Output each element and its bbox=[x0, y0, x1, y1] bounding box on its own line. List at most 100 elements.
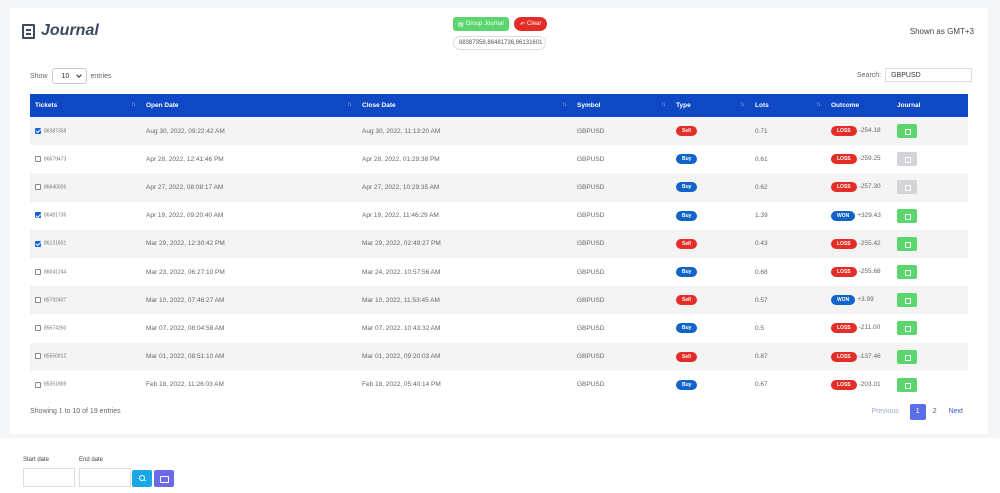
ticket-id: 86679473 bbox=[44, 156, 67, 163]
close-date: Mar 07, 2022, 10:43:32 AM bbox=[362, 324, 441, 332]
sort-icon: ↑↓ bbox=[740, 102, 745, 108]
table-row: 85351889 Feb 18, 2022, 11:26:03 AM Feb 18,… bbox=[30, 370, 968, 399]
table-row: 85792407 Mar 10, 2022, 07:46:27 AM Mar 10,… bbox=[30, 286, 968, 315]
journal-button[interactable] bbox=[897, 293, 917, 308]
lots: 0.67 bbox=[755, 381, 768, 389]
col-lots[interactable]: Lots ↑↓ bbox=[750, 94, 826, 117]
row-checkbox[interactable] bbox=[35, 268, 41, 275]
open-date: Aug 30, 2022, 09:22:42 AM bbox=[146, 127, 225, 135]
row-checkbox[interactable] bbox=[35, 127, 41, 134]
lots: 1.39 bbox=[755, 212, 768, 220]
start-date-input[interactable] bbox=[23, 468, 75, 487]
type-badge: Buy bbox=[676, 323, 698, 334]
ticket-id: 86640006 bbox=[44, 184, 67, 191]
close-date: Mar 10, 2022, 11:53:45 AM bbox=[362, 296, 440, 304]
row-checkbox[interactable] bbox=[35, 156, 41, 163]
journal-button[interactable] bbox=[897, 377, 917, 392]
end-date-input[interactable] bbox=[79, 468, 131, 487]
outcome-badge: LOSS bbox=[831, 379, 857, 390]
row-checkbox[interactable] bbox=[35, 184, 41, 191]
next-page-button[interactable]: Next bbox=[944, 404, 968, 420]
selected-ids-field[interactable]: 88387358,86481736,86131601 bbox=[453, 36, 546, 50]
col-outcome[interactable]: Outcome bbox=[826, 94, 892, 117]
lots: 0.62 bbox=[755, 183, 768, 191]
col-open-date[interactable]: Open Date ↑↓ bbox=[141, 94, 357, 117]
lots: 0.5 bbox=[755, 324, 765, 332]
table-row: 86640006 Apr 27, 2022, 08:08:17 AM Apr 27,… bbox=[30, 173, 968, 202]
open-date: Feb 18, 2022, 11:26:03 AM bbox=[146, 381, 224, 389]
filter-search-button[interactable] bbox=[132, 470, 152, 487]
table-row: 85550912 Mar 01, 2022, 08:51:10 AM Mar 01,… bbox=[30, 342, 968, 371]
group-journal-button[interactable]: ▤ Group Journal bbox=[453, 17, 509, 31]
col-tickets[interactable]: Tickets ↑↓ bbox=[30, 94, 141, 117]
open-date: Apr 19, 2022, 09:20:40 AM bbox=[146, 212, 224, 220]
symbol: GBPUSD bbox=[577, 324, 605, 332]
row-checkbox[interactable] bbox=[35, 212, 41, 219]
close-date: Feb 18, 2022, 05:40:14 PM bbox=[362, 381, 441, 389]
type-badge: Sell bbox=[676, 238, 697, 249]
row-checkbox[interactable] bbox=[35, 297, 41, 303]
outcome-badge: LOSS bbox=[831, 323, 857, 334]
table-row: 88387358 Aug 30, 2022, 09:22:42 AM Aug 30,… bbox=[30, 117, 968, 146]
ticket-id: 85550912 bbox=[44, 353, 67, 360]
close-date: Mar 24, 2022, 10:57:56 AM bbox=[362, 268, 441, 276]
type-badge: Buy bbox=[676, 182, 698, 193]
page-2-button[interactable]: 2 bbox=[926, 404, 944, 420]
type-badge: Buy bbox=[676, 267, 698, 278]
close-date: Aug 30, 2022, 11:13:20 AM bbox=[362, 127, 441, 135]
search-input[interactable]: GBPUSD bbox=[885, 68, 973, 82]
trades-table: Tickets ↑↓ Open Date ↑↓ Close Date ↑↓ Symbo… bbox=[30, 94, 968, 399]
journal-button[interactable] bbox=[897, 321, 917, 336]
lots: 0.57 bbox=[755, 296, 768, 304]
col-symbol[interactable]: Symbol ↑↓ bbox=[572, 94, 671, 117]
journal-button[interactable] bbox=[897, 124, 917, 139]
col-close-date[interactable]: Close Date ↑↓ bbox=[357, 94, 572, 117]
lots: 0.61 bbox=[755, 155, 768, 163]
col-type[interactable]: Type ↑↓ bbox=[671, 94, 750, 117]
close-date: Mar 29, 2022, 02:49:27 PM bbox=[362, 240, 441, 248]
list-icon: ▤ bbox=[458, 21, 464, 28]
sort-icon: ↑↓ bbox=[816, 102, 821, 108]
journal-button[interactable] bbox=[897, 349, 917, 364]
close-date: Mar 01, 2022, 09:20:03 AM bbox=[362, 353, 441, 361]
outcome-badge: WON bbox=[831, 295, 856, 306]
journal-button[interactable] bbox=[897, 236, 917, 251]
open-date: Mar 01, 2022, 08:51:10 AM bbox=[146, 353, 225, 361]
sort-icon: ↑↓ bbox=[562, 102, 567, 108]
outcome-badge: LOSS bbox=[831, 126, 857, 137]
lots: 0.43 bbox=[755, 240, 768, 248]
outcome-amount: -255.42 bbox=[858, 239, 881, 247]
table-info: Showing 1 to 10 of 19 entries bbox=[30, 408, 121, 415]
clear-button[interactable]: ↶ Clear bbox=[514, 17, 548, 31]
entries-select[interactable]: 10 bbox=[51, 68, 87, 84]
symbol: GBPUSD bbox=[577, 381, 605, 389]
row-checkbox[interactable] bbox=[35, 353, 41, 360]
row-checkbox[interactable] bbox=[35, 381, 41, 388]
row-checkbox[interactable] bbox=[35, 240, 41, 247]
outcome-amount: -211.00 bbox=[858, 324, 881, 332]
type-badge: Buy bbox=[676, 210, 698, 221]
outcome-amount: +329.43 bbox=[857, 211, 881, 219]
ticket-id: 88387358 bbox=[44, 127, 67, 134]
sort-icon: ↑↓ bbox=[131, 102, 136, 108]
row-checkbox[interactable] bbox=[35, 325, 41, 332]
symbol: GBPUSD bbox=[577, 127, 605, 135]
journal-button[interactable] bbox=[897, 265, 917, 280]
type-badge: Sell bbox=[676, 351, 697, 362]
filter-reset-button[interactable] bbox=[154, 470, 174, 487]
table-row: 86041244 Mar 23, 2022, 06:27:10 PM Mar 24,… bbox=[30, 257, 968, 287]
open-date: Apr 27, 2022, 08:08:17 AM bbox=[146, 183, 224, 191]
ticket-id: 86131601 bbox=[44, 240, 67, 247]
symbol: GBPUSD bbox=[577, 212, 605, 220]
table-row: 86679473 Apr 28, 2022, 12:41:46 PM Apr 28,… bbox=[30, 145, 968, 174]
journal-button[interactable] bbox=[897, 152, 917, 167]
page-1-button[interactable]: 1 bbox=[909, 404, 926, 420]
journal-button[interactable] bbox=[897, 208, 917, 223]
journal-button[interactable] bbox=[897, 180, 917, 195]
open-date: Mar 07, 2022, 08:04:58 AM bbox=[146, 324, 225, 332]
open-date: Mar 23, 2022, 06:27:10 PM bbox=[146, 268, 225, 276]
ticket-id: 85792407 bbox=[44, 297, 67, 303]
symbol: GBPUSD bbox=[577, 296, 605, 304]
table-row: 85674260 Mar 07, 2022, 08:04:58 AM Mar 07,… bbox=[30, 314, 968, 343]
previous-page-button[interactable]: Previous bbox=[867, 404, 904, 420]
